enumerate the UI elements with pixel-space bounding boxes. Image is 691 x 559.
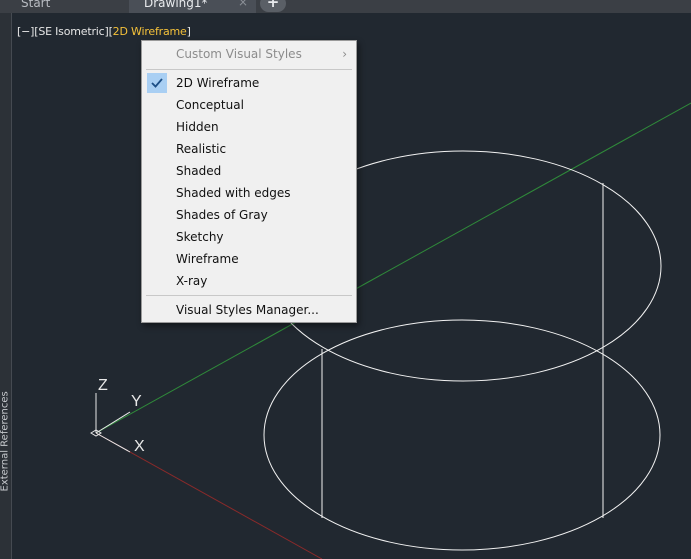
submenu-arrow-icon: ›	[342, 47, 347, 61]
close-icon[interactable]: ×	[238, 0, 248, 8]
menu-item-label: Hidden	[176, 120, 219, 134]
menu-item-shaded[interactable]: Shaded	[142, 160, 356, 182]
menu-item-label: Shaded with edges	[176, 186, 291, 200]
menu-item-realistic[interactable]: Realistic	[142, 138, 356, 160]
ucs-icon	[90, 393, 131, 453]
visual-styles-menu: Custom Visual Styles › 2D Wireframe Conc…	[141, 40, 357, 323]
menu-item-label: Sketchy	[176, 230, 224, 244]
external-references-label: External References	[0, 391, 11, 492]
menu-separator	[146, 295, 352, 296]
tab-drawing1-label: Drawing1*	[144, 0, 208, 10]
menu-item-label: Conceptual	[176, 98, 244, 112]
new-tab-button[interactable]: +	[260, 0, 286, 12]
menu-item-shaded-with-edges[interactable]: Shaded with edges	[142, 182, 356, 204]
checkmark-icon	[147, 73, 167, 93]
menu-item-shades-of-gray[interactable]: Shades of Gray	[142, 204, 356, 226]
menu-item-label: 2D Wireframe	[176, 76, 260, 90]
visual-style-close: ]	[186, 25, 191, 38]
menu-item-x-ray[interactable]: X-ray	[142, 270, 356, 292]
menu-item-label: Shaded	[176, 164, 222, 178]
ucs-z-label: Z	[98, 377, 108, 394]
menu-item-2d-wireframe[interactable]: 2D Wireframe	[142, 72, 356, 94]
menu-item-label: Custom Visual Styles	[176, 47, 302, 61]
ucs-y-label: Y	[131, 393, 142, 410]
file-tab-bar: Start Drawing1* × +	[0, 0, 691, 13]
menu-separator	[146, 69, 352, 70]
viewport-controls: [−][SE Isometric][2D Wireframe]	[17, 25, 191, 38]
menu-item-label: Shades of Gray	[176, 208, 268, 222]
tab-start-label: Start	[21, 0, 51, 10]
view-control[interactable]: SE Isometric	[38, 25, 104, 38]
menu-item-label: Visual Styles Manager...	[176, 303, 319, 317]
menu-item-visual-styles-manager[interactable]: Visual Styles Manager...	[142, 299, 356, 321]
menu-item-label: X-ray	[176, 274, 208, 288]
tab-start[interactable]: Start	[0, 0, 128, 13]
visual-style-control[interactable]: 2D Wireframe	[113, 25, 187, 38]
menu-item-label: Realistic	[176, 142, 227, 156]
viewport-controls-button[interactable]: −	[21, 25, 30, 38]
menu-item-conceptual[interactable]: Conceptual	[142, 94, 356, 116]
menu-item-label: Wireframe	[176, 252, 239, 266]
menu-item-custom-visual-styles[interactable]: Custom Visual Styles ›	[142, 43, 356, 65]
menu-item-wireframe[interactable]: Wireframe	[142, 248, 356, 270]
menu-item-sketchy[interactable]: Sketchy	[142, 226, 356, 248]
tab-drawing1[interactable]: Drawing1* ×	[129, 0, 256, 13]
external-references-palette-strip[interactable]: External References	[0, 13, 12, 559]
ucs-x-label: X	[134, 438, 145, 455]
menu-item-hidden[interactable]: Hidden	[142, 116, 356, 138]
cylinder-bottom-ellipse	[263, 319, 661, 551]
